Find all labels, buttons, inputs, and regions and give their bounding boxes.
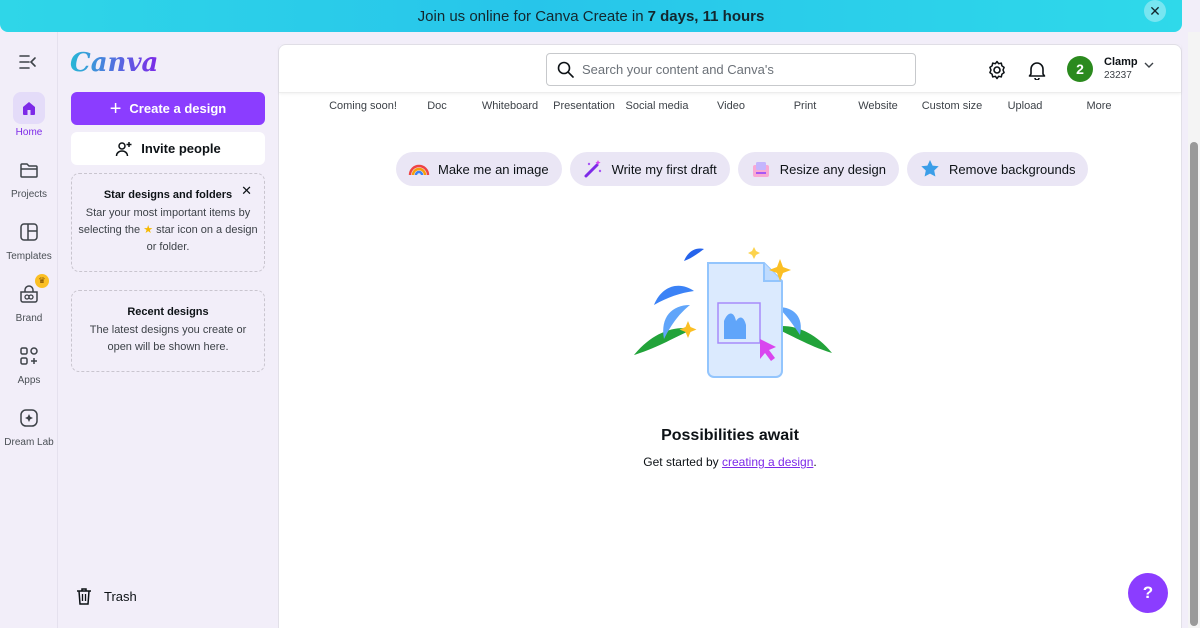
rainbow-icon (408, 158, 430, 180)
close-icon: ✕ (1149, 2, 1161, 19)
dream-lab-icon (20, 409, 38, 427)
resize-icon (750, 158, 772, 180)
search-input[interactable] (582, 62, 902, 77)
home-icon (23, 102, 35, 115)
rail-label: Templates (6, 251, 52, 262)
crown-icon: ♛ (35, 274, 49, 288)
add-user-icon (116, 141, 132, 156)
settings-button[interactable] (985, 58, 1009, 82)
avatar[interactable]: 2 (1067, 56, 1093, 82)
recent-card-body: The latest designs you create or open wi… (89, 324, 247, 353)
promo-banner[interactable]: Join us online for Canva Create in 7 day… (0, 0, 1182, 32)
invite-people-button[interactable]: Invite people (71, 132, 265, 165)
rail-label: Apps (17, 375, 41, 386)
invite-people-label: Invite people (141, 141, 221, 156)
chevron-down-icon[interactable] (1144, 61, 1154, 69)
rail-item-brand[interactable]: ♛ Brand (0, 274, 58, 324)
make-image-button[interactable]: Make me an image (396, 152, 562, 186)
canva-logo[interactable]: Canva (70, 48, 158, 78)
gear-icon (989, 60, 1005, 80)
notifications-button[interactable] (1025, 58, 1049, 82)
create-design-link[interactable]: creating a design (722, 455, 813, 469)
rail-label: Dream Lab (4, 437, 54, 448)
trash-icon (77, 588, 91, 605)
rail-item-dream-lab[interactable]: Dream Lab (0, 402, 58, 448)
write-draft-label: Write my first draft (611, 161, 717, 177)
star-card-body-end: star icon on a design or folder. (146, 224, 258, 253)
star-card-close-button[interactable]: ✕ (241, 183, 252, 199)
rail-item-apps[interactable]: Apps (0, 340, 58, 386)
category-presentation[interactable]: Presentation (553, 100, 615, 112)
category-custom-size[interactable]: Custom size (922, 100, 983, 112)
main-header: 2 Clamp 23237 (279, 45, 1181, 93)
nav-rail: Home Projects Templates ♛ Brand Apps Dre… (0, 32, 58, 628)
magic-pen-icon (582, 158, 604, 180)
rail-item-home[interactable]: Home (0, 92, 58, 138)
star-icon: ★ (143, 224, 154, 236)
quick-actions: Make me an image Write my first draft Re… (396, 152, 1089, 186)
rail-label: Brand (15, 313, 43, 324)
star-card-body: Star your most important items by select… (78, 205, 258, 256)
collapse-sidebar-button[interactable] (13, 48, 43, 76)
collapse-icon (19, 55, 36, 69)
rail-label: Home (15, 127, 43, 138)
rail-label: Projects (10, 189, 48, 200)
search-box[interactable] (546, 53, 916, 86)
empty-state-subtitle-text: Get started by (643, 455, 719, 469)
search-icon (557, 61, 574, 78)
star-designs-card: Star designs and folders ✕ Star your mos… (71, 173, 265, 272)
banner-text: Join us online for Canva Create in (417, 7, 644, 25)
templates-icon (20, 223, 38, 241)
resize-design-label: Resize any design (779, 161, 887, 177)
help-button[interactable]: ? (1128, 573, 1168, 613)
remove-backgrounds-button[interactable]: Remove backgrounds (907, 152, 1089, 186)
brand-icon (20, 285, 38, 303)
category-whiteboard[interactable]: Whiteboard (482, 100, 538, 112)
recent-designs-card: Recent designs The latest designs you cr… (71, 290, 265, 372)
empty-state-title: Possibilities await (661, 427, 799, 444)
star-card-title: Star designs and folders (103, 189, 233, 201)
empty-state-subtitle-end: . (813, 455, 817, 469)
create-design-label: Create a design (129, 101, 227, 116)
write-draft-button[interactable]: Write my first draft (569, 152, 730, 186)
rail-item-projects[interactable]: Projects (0, 154, 58, 200)
make-image-label: Make me an image (438, 161, 549, 177)
scrollbar-thumb[interactable] (1190, 142, 1198, 626)
star-icon (919, 158, 941, 180)
banner-countdown: 7 days, 11 hours (647, 7, 765, 25)
category-doc[interactable]: Doc (427, 100, 447, 112)
category-upload[interactable]: Upload (1008, 100, 1043, 112)
bell-icon (1028, 62, 1046, 80)
apps-icon (20, 347, 38, 365)
category-social-media[interactable]: Social media (626, 100, 689, 112)
empty-state-illustration (634, 247, 832, 378)
user-name[interactable]: Clamp (1104, 56, 1138, 68)
empty-state-subtitle: Get started by creating a design. (279, 455, 1181, 469)
category-more[interactable]: More (1086, 100, 1111, 112)
resize-design-button[interactable]: Resize any design (737, 152, 900, 186)
create-design-button[interactable]: + Create a design (71, 92, 265, 125)
design-categories: Coming soon! Doc Whiteboard Presentation… (279, 100, 1181, 114)
main-content: 2 Clamp 23237 Coming soon! Doc Whiteboar… (278, 44, 1182, 628)
trash-button[interactable]: Trash (76, 587, 137, 605)
side-panel: Canva + Create a design Invite people St… (58, 32, 278, 628)
recent-card-title: Recent designs (127, 306, 209, 318)
trash-label: Trash (104, 588, 137, 604)
remove-backgrounds-label: Remove backgrounds (949, 161, 1076, 177)
category-print[interactable]: Print (794, 100, 817, 112)
category-website[interactable]: Website (858, 100, 898, 112)
banner-close-button[interactable]: ✕ (1144, 0, 1166, 22)
category-coming-soon[interactable]: Coming soon! (329, 100, 397, 112)
plus-icon: + (109, 97, 122, 120)
rail-item-templates[interactable]: Templates (0, 216, 58, 262)
folder-icon (20, 163, 38, 178)
user-id: 23237 (1104, 70, 1132, 81)
category-video[interactable]: Video (717, 100, 745, 112)
